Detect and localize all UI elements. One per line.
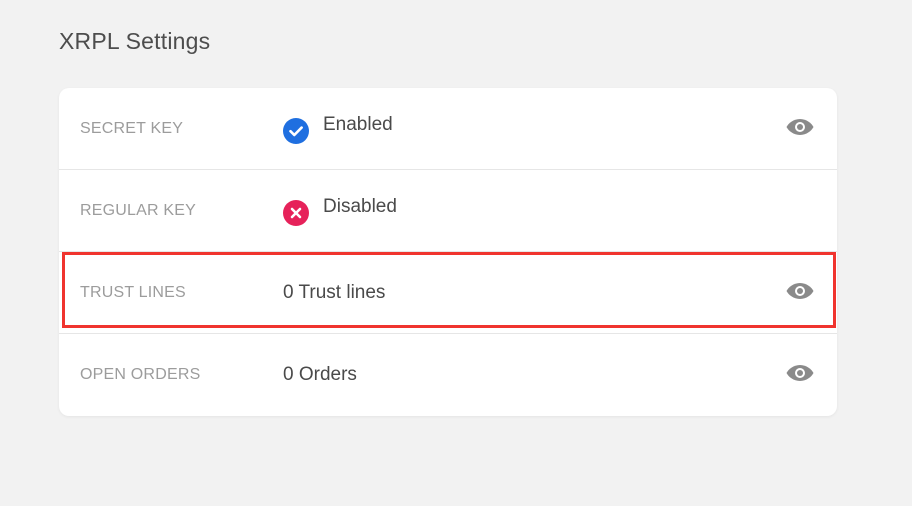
row-value: 0 Trust lines	[283, 282, 385, 304]
settings-row-open-orders: OPEN ORDERS 0 Orders	[59, 334, 837, 416]
eye-icon	[785, 281, 815, 306]
row-value: Disabled	[283, 196, 397, 226]
eye-icon	[785, 117, 815, 142]
row-value-text: Enabled	[323, 114, 393, 135]
row-value-text: 0 Orders	[283, 364, 357, 385]
check-circle-icon	[283, 118, 309, 144]
view-secret-key-button[interactable]	[785, 117, 815, 142]
row-label: TRUST LINES	[80, 284, 186, 301]
row-label: REGULAR KEY	[80, 202, 197, 219]
page-title: XRPL Settings	[59, 28, 211, 54]
row-label: SECRET KEY	[80, 120, 184, 137]
settings-row-secret-key: SECRET KEY Enabled	[59, 88, 837, 170]
eye-icon	[785, 363, 815, 388]
settings-row-trust-lines: TRUST LINES 0 Trust lines	[59, 252, 837, 334]
row-value-text: 0 Trust lines	[283, 282, 386, 303]
row-value: Enabled	[283, 114, 393, 144]
row-value-text: Disabled	[323, 196, 397, 217]
row-label: OPEN ORDERS	[80, 366, 201, 383]
view-trust-lines-button[interactable]	[785, 281, 815, 306]
row-value: 0 Orders	[283, 364, 357, 386]
settings-card: SECRET KEY Enabled REGULAR KEY Disabled …	[59, 88, 837, 416]
settings-row-regular-key: REGULAR KEY Disabled	[59, 170, 837, 252]
view-open-orders-button[interactable]	[785, 363, 815, 388]
x-circle-icon	[283, 200, 309, 226]
